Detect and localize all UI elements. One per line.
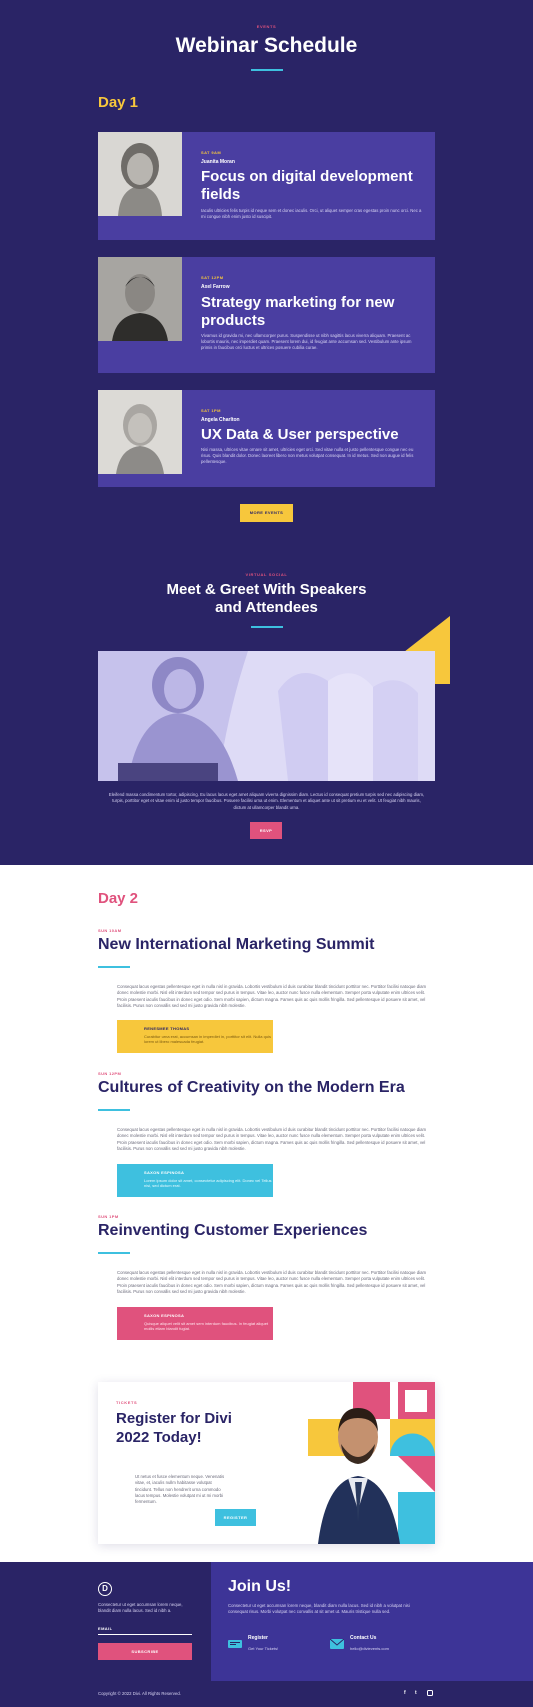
quote-name: RENESMEE THOMAS [144,1026,190,1031]
events-eyebrow: EVENTS [256,24,277,29]
session-description: Nisi massa, ultrices vitae ornare sit am… [201,447,414,464]
session-divider [98,1252,130,1254]
session-divider [98,1109,130,1111]
quote-text: Quisque aliquet velit sit amet sem inter… [144,1321,269,1332]
hero-section: EVENTS Webinar Schedule Day 1 SAT 9AM Ju… [0,0,533,865]
session-time: SUN 1PM [98,1214,119,1219]
quote-name: SAXON ESPINOSA [144,1313,185,1318]
quote-text: Lorem ipsum dolor sit amet, consectetur … [144,1178,272,1189]
session-body: Consequat lacus egestas pellentesque ege… [117,1270,427,1294]
social-divider [251,626,283,628]
register-card: TICKETS Register for Divi 2022 Today! Ut… [98,1382,435,1544]
session-body: Consequat lacus egestas pellentesque ege… [117,1127,427,1151]
rsvp-button[interactable]: RSVP [250,822,282,839]
copyright: Copyright © 2022 Divi. All Rights Reserv… [98,1691,181,1696]
speaker-quote: RENESMEE THOMAS Curabitur urna erat, acc… [117,1020,273,1053]
speaker-quote: SAXON ESPINOSA Lorem ipsum dolor sit ame… [117,1164,273,1197]
session-time: SAT 1PM [201,408,221,413]
social-title-line1: Meet & Greet With Speakers [166,581,367,598]
register-text: Ut netus et fusce elementum neque. Venen… [135,1474,225,1505]
session-card[interactable]: SAT 1PM Angela Charlton UX Data & User p… [98,390,435,487]
divi-logo-icon[interactable]: D [98,1582,112,1596]
footer-join: Join Us! Consectetur ut eget accumsan lo… [211,1562,533,1681]
session-title[interactable]: Strategy marketing for new products [201,294,423,330]
register-sub: Get Your Tickets! [248,1646,279,1651]
join-title: Join Us! [228,1578,292,1595]
social-title: Meet & Greet With Speakers and Attendees [0,581,533,617]
instagram-icon[interactable] [427,1690,433,1696]
title-divider [251,69,283,71]
tickets-eyebrow: TICKETS [116,1400,138,1405]
speaker-name: Axel Farrow [201,284,230,290]
quote-text: Curabitur urna erat, accumsan in imperdi… [144,1034,271,1045]
session-card[interactable]: SAT 9AM Juanita Moran Focus on digital d… [98,132,435,240]
register-title-line1: Register for Divi [116,1410,232,1427]
session-title[interactable]: Focus on digital development fields [201,168,423,204]
day1-label: Day 1 [98,94,139,111]
session-title[interactable]: UX Data & User perspective [201,426,423,444]
session-description: Iaculis ultricies felis turpis id neque … [201,208,422,219]
session-title[interactable]: New International Marketing Summit [98,936,374,954]
speaker-name: Juanita Moran [201,159,235,165]
email-label: EMAIL [98,1626,113,1631]
email-input[interactable] [98,1634,192,1635]
day2-label: Day 2 [98,890,139,907]
more-events-button[interactable]: MORE EVENTS [240,504,293,522]
footer-about: Consectetur ut eget accumsan lorem neque… [98,1602,183,1614]
facebook-icon[interactable]: f [404,1690,406,1696]
speaker-promo-image [278,1382,435,1544]
join-text: Consectetur ut eget accumsan lorem neque… [228,1603,410,1615]
session-title[interactable]: Reinventing Customer Experiences [98,1222,367,1240]
speaker-photo [98,390,182,474]
page-title: Webinar Schedule [175,34,358,57]
social-text: Eleifend massa condimentum tortor, adipi… [108,792,425,810]
footer-newsletter: D Consectetur ut eget accumsan lorem neq… [0,1562,211,1681]
speaker-photo [98,257,182,341]
session-time: SUN 10AM [98,928,122,933]
social-eyebrow: VIRTUAL SOCIAL [245,572,288,577]
session-time: SAT 9AM [201,150,222,155]
register-title-line2: 2022 Today! [116,1429,202,1446]
session-divider [98,966,130,968]
session-card[interactable]: SAT 12PM Axel Farrow Strategy marketing … [98,257,435,373]
subscribe-button[interactable]: SUBSCRIBE [98,1643,192,1660]
mail-icon [329,1636,345,1649]
social-title-line2: and Attendees [215,599,318,616]
speaker-photo [98,132,182,216]
contact-email[interactable]: hello@divievents.com [350,1646,389,1651]
session-time: SUN 12PM [98,1071,122,1076]
session-title[interactable]: Cultures of Creativity on the Modern Era [98,1079,405,1097]
session-time: SAT 12PM [201,275,224,280]
ticket-icon [228,1636,242,1648]
register-title: Register for Divi 2022 Today! [116,1409,232,1447]
quote-name: SAXON ESPINOSA [144,1170,185,1175]
twitter-icon[interactable]: t [415,1690,417,1696]
speaker-quote: SAXON ESPINOSA Quisque aliquet velit sit… [117,1307,273,1340]
social-photo [98,651,435,781]
session-body: Consequat lacus egestas pellentesque ege… [117,984,427,1008]
register-link[interactable]: Register [248,1635,268,1641]
session-description: Vivamus id gravida mi, nec ullamcorper p… [201,333,412,350]
contact-link[interactable]: Contact Us [350,1635,376,1641]
register-button[interactable]: REGISTER [215,1509,256,1526]
footer-bar: Copyright © 2022 Divi. All Rights Reserv… [0,1681,533,1707]
speaker-name: Angela Charlton [201,417,240,423]
